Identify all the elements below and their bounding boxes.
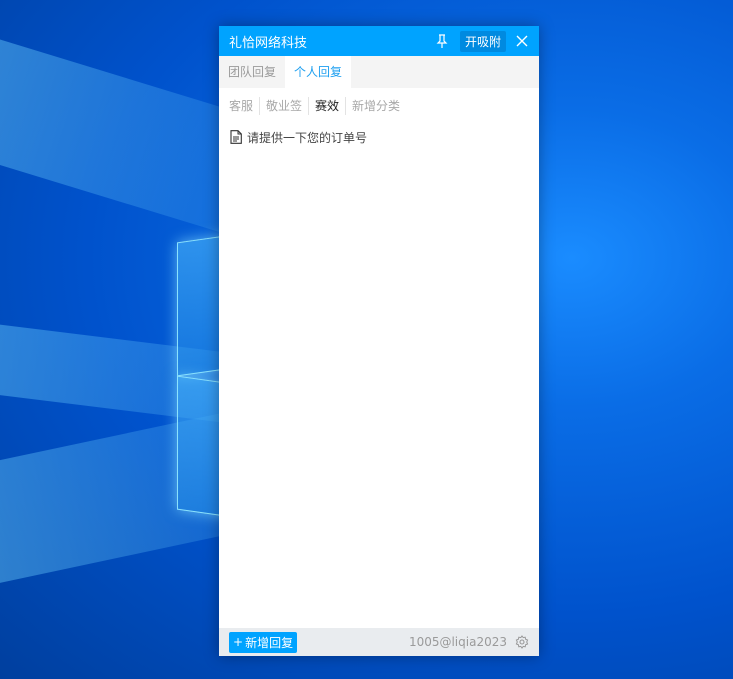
add-category-button[interactable]: 新增分类 [346,97,406,115]
category-customer-service[interactable]: 客服 [223,97,261,115]
close-icon[interactable] [514,33,530,49]
window-title: 礼恰网络科技 [229,35,308,51]
title-bar[interactable]: 礼恰网络科技 开吸附 [219,26,539,56]
absorb-toggle-button[interactable]: 开吸附 [459,30,506,52]
document-icon [229,130,242,145]
reply-text: 请提供一下您的订单号 [247,130,368,145]
tab-personal-reply[interactable]: 个人回复 [285,56,352,88]
category-jingyeqian[interactable]: 敬业签 [260,97,310,115]
add-reply-label: 新增回复 [245,635,294,650]
add-reply-button[interactable]: + 新增回复 [229,631,298,653]
pin-icon[interactable] [434,33,450,49]
category-saixiao[interactable]: 赛效 [309,97,347,115]
gear-icon[interactable] [515,635,529,649]
footer-bar: + 新增回复 1005@liqia2023 [219,628,539,656]
tab-team-reply[interactable]: 团队回复 [219,56,285,88]
plus-icon: + [233,635,244,649]
account-label: 1005@liqia2023 [408,635,507,649]
quick-reply-window: 礼恰网络科技 开吸附 团队回复 个人回复 客服 敬业签 赛效 新增分类 请提供一… [219,26,539,656]
list-item[interactable]: 请提供一下您的订单号 [219,126,539,148]
category-bar: 客服 敬业签 赛效 新增分类 [219,88,539,124]
reply-list: 请提供一下您的订单号 [219,124,539,628]
reply-tabs: 团队回复 个人回复 [219,56,539,88]
